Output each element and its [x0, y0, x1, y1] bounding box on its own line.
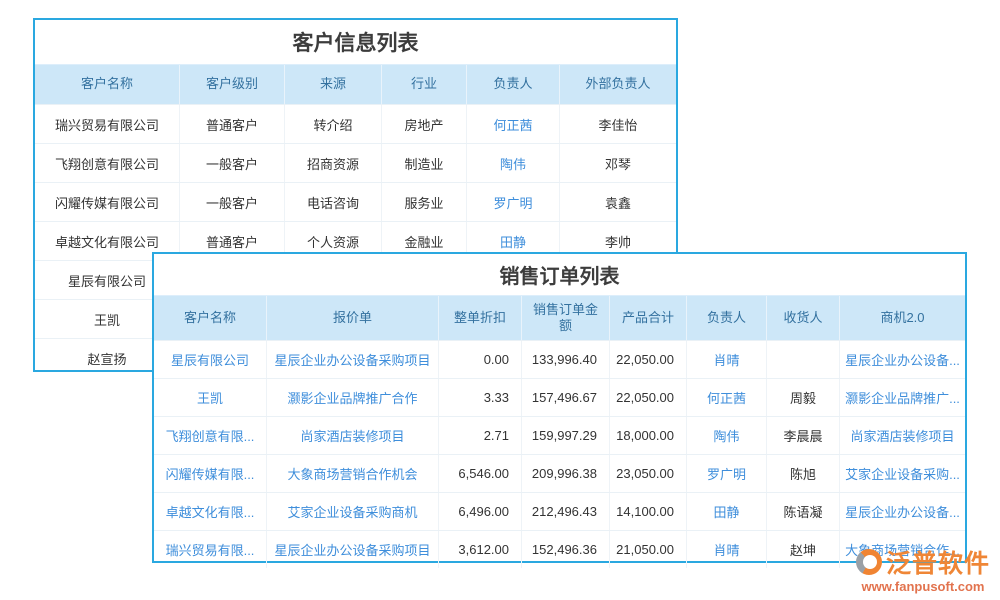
- cell-customer-level: 普通客户: [180, 105, 285, 143]
- cell-opportunity-link[interactable]: 星辰企业办公设备...: [840, 341, 965, 378]
- table-row: 闪耀传媒有限... 大象商场营销合作机会 6,546.00 209,996.38…: [154, 454, 965, 492]
- cell-consignee: [767, 341, 840, 378]
- cell-product-total: 18,000.00: [610, 417, 687, 454]
- cell-external-owner: 袁鑫: [560, 183, 676, 221]
- header-external-owner: 外部负责人: [560, 65, 676, 104]
- cell-industry: 房地产: [382, 105, 467, 143]
- cell-external-owner: 李佳怡: [560, 105, 676, 143]
- cell-customer-name-link[interactable]: 星辰有限公司: [154, 341, 267, 378]
- cell-discount: 3.33: [439, 379, 522, 416]
- header-quotation: 报价单: [267, 296, 439, 340]
- cell-owner-link[interactable]: 罗广明: [467, 183, 560, 221]
- cell-order-amount: 152,496.36: [522, 531, 610, 568]
- fanpu-logo: 泛普软件 www.fanpusoft.com: [856, 544, 990, 594]
- header-customer-name: 客户名称: [35, 65, 180, 104]
- cell-opportunity-link[interactable]: 尚家酒店装修项目: [840, 417, 965, 454]
- fanpu-logo-icon: [856, 549, 882, 575]
- cell-consignee: 陈旭: [767, 455, 840, 492]
- cell-customer-level: 一般客户: [180, 183, 285, 221]
- cell-customer-name-link[interactable]: 卓越文化有限...: [154, 493, 267, 530]
- table-row: 王凯 灏影企业品牌推广合作 3.33 157,496.67 22,050.00 …: [154, 378, 965, 416]
- cell-customer-name: 瑞兴贸易有限公司: [35, 105, 180, 143]
- cell-customer-name: 飞翔创意有限公司: [35, 144, 180, 182]
- cell-quotation-link[interactable]: 艾家企业设备采购商机: [267, 493, 439, 530]
- sales-order-table-title: 销售订单列表: [154, 254, 965, 295]
- header-discount: 整单折扣: [439, 296, 522, 340]
- cell-consignee: 李晨晨: [767, 417, 840, 454]
- cell-discount: 6,496.00: [439, 493, 522, 530]
- customer-table-header-row: 客户名称 客户级别 来源 行业 负责人 外部负责人: [35, 64, 676, 104]
- cell-customer-name: 闪耀传媒有限公司: [35, 183, 180, 221]
- cell-quotation-link[interactable]: 尚家酒店装修项目: [267, 417, 439, 454]
- cell-product-total: 22,050.00: [610, 341, 687, 378]
- cell-owner-link[interactable]: 陶伟: [467, 144, 560, 182]
- cell-product-total: 22,050.00: [610, 379, 687, 416]
- brand-url: www.fanpusoft.com: [856, 579, 990, 594]
- header-industry: 行业: [382, 65, 467, 104]
- table-row: 飞翔创意有限... 尚家酒店装修项目 2.71 159,997.29 18,00…: [154, 416, 965, 454]
- cell-customer-name-link[interactable]: 闪耀传媒有限...: [154, 455, 267, 492]
- cell-product-total: 14,100.00: [610, 493, 687, 530]
- cell-owner-link[interactable]: 肖晴: [687, 531, 767, 568]
- cell-customer-name-link[interactable]: 飞翔创意有限...: [154, 417, 267, 454]
- header-owner: 负责人: [467, 65, 560, 104]
- sales-order-header-row: 客户名称 报价单 整单折扣 销售订单金额 产品合计 负责人 收货人 商机2.0: [154, 295, 965, 340]
- cell-consignee: 陈语凝: [767, 493, 840, 530]
- cell-customer-name-link[interactable]: 瑞兴贸易有限...: [154, 531, 267, 568]
- cell-owner-link[interactable]: 何正茜: [467, 105, 560, 143]
- cell-product-total: 23,050.00: [610, 455, 687, 492]
- cell-order-amount: 209,996.38: [522, 455, 610, 492]
- cell-opportunity-link[interactable]: 艾家企业设备采购...: [840, 455, 965, 492]
- cell-consignee: 赵坤: [767, 531, 840, 568]
- cell-discount: 2.71: [439, 417, 522, 454]
- header-customer-name: 客户名称: [154, 296, 267, 340]
- table-row: 闪耀传媒有限公司 一般客户 电话咨询 服务业 罗广明 袁鑫: [35, 182, 676, 221]
- cell-source: 招商资源: [285, 144, 382, 182]
- fanpu-logo-row: 泛普软件: [856, 544, 990, 580]
- cell-quotation-link[interactable]: 星辰企业办公设备采购项目: [267, 341, 439, 378]
- page: 客户信息列表 客户名称 客户级别 来源 行业 负责人 外部负责人 瑞兴贸易有限公…: [0, 0, 1000, 600]
- header-opportunity: 商机2.0: [840, 296, 965, 340]
- table-row: 星辰有限公司 星辰企业办公设备采购项目 0.00 133,996.40 22,0…: [154, 340, 965, 378]
- cell-source: 电话咨询: [285, 183, 382, 221]
- cell-product-total: 21,050.00: [610, 531, 687, 568]
- table-row: 瑞兴贸易有限... 星辰企业办公设备采购项目 3,612.00 152,496.…: [154, 530, 965, 568]
- table-row: 瑞兴贸易有限公司 普通客户 转介绍 房地产 何正茜 李佳怡: [35, 104, 676, 143]
- cell-owner-link[interactable]: 陶伟: [687, 417, 767, 454]
- cell-industry: 服务业: [382, 183, 467, 221]
- header-consignee: 收货人: [767, 296, 840, 340]
- table-row: 飞翔创意有限公司 一般客户 招商资源 制造业 陶伟 邓琴: [35, 143, 676, 182]
- header-order-amount: 销售订单金额: [522, 296, 610, 340]
- cell-opportunity-link[interactable]: 星辰企业办公设备...: [840, 493, 965, 530]
- cell-consignee: 周毅: [767, 379, 840, 416]
- cell-discount: 3,612.00: [439, 531, 522, 568]
- cell-order-amount: 157,496.67: [522, 379, 610, 416]
- cell-industry: 制造业: [382, 144, 467, 182]
- cell-discount: 0.00: [439, 341, 522, 378]
- header-customer-level: 客户级别: [180, 65, 285, 104]
- cell-quotation-link[interactable]: 星辰企业办公设备采购项目: [267, 531, 439, 568]
- cell-order-amount: 212,496.43: [522, 493, 610, 530]
- cell-quotation-link[interactable]: 灏影企业品牌推广合作: [267, 379, 439, 416]
- cell-owner-link[interactable]: 田静: [687, 493, 767, 530]
- header-source: 来源: [285, 65, 382, 104]
- cell-order-amount: 159,997.29: [522, 417, 610, 454]
- sales-order-table: 销售订单列表 客户名称 报价单 整单折扣 销售订单金额 产品合计 负责人 收货人…: [152, 252, 967, 563]
- brand-name: 泛普软件: [886, 544, 990, 580]
- cell-source: 转介绍: [285, 105, 382, 143]
- cell-owner-link[interactable]: 肖晴: [687, 341, 767, 378]
- cell-customer-level: 一般客户: [180, 144, 285, 182]
- header-product-total: 产品合计: [610, 296, 687, 340]
- cell-order-amount: 133,996.40: [522, 341, 610, 378]
- cell-external-owner: 邓琴: [560, 144, 676, 182]
- cell-opportunity-link[interactable]: 灏影企业品牌推广...: [840, 379, 965, 416]
- cell-customer-name-link[interactable]: 王凯: [154, 379, 267, 416]
- table-row: 卓越文化有限... 艾家企业设备采购商机 6,496.00 212,496.43…: [154, 492, 965, 530]
- cell-discount: 6,546.00: [439, 455, 522, 492]
- cell-quotation-link[interactable]: 大象商场营销合作机会: [267, 455, 439, 492]
- cell-owner-link[interactable]: 罗广明: [687, 455, 767, 492]
- cell-owner-link[interactable]: 何正茜: [687, 379, 767, 416]
- header-owner: 负责人: [687, 296, 767, 340]
- customer-table-title: 客户信息列表: [35, 20, 676, 64]
